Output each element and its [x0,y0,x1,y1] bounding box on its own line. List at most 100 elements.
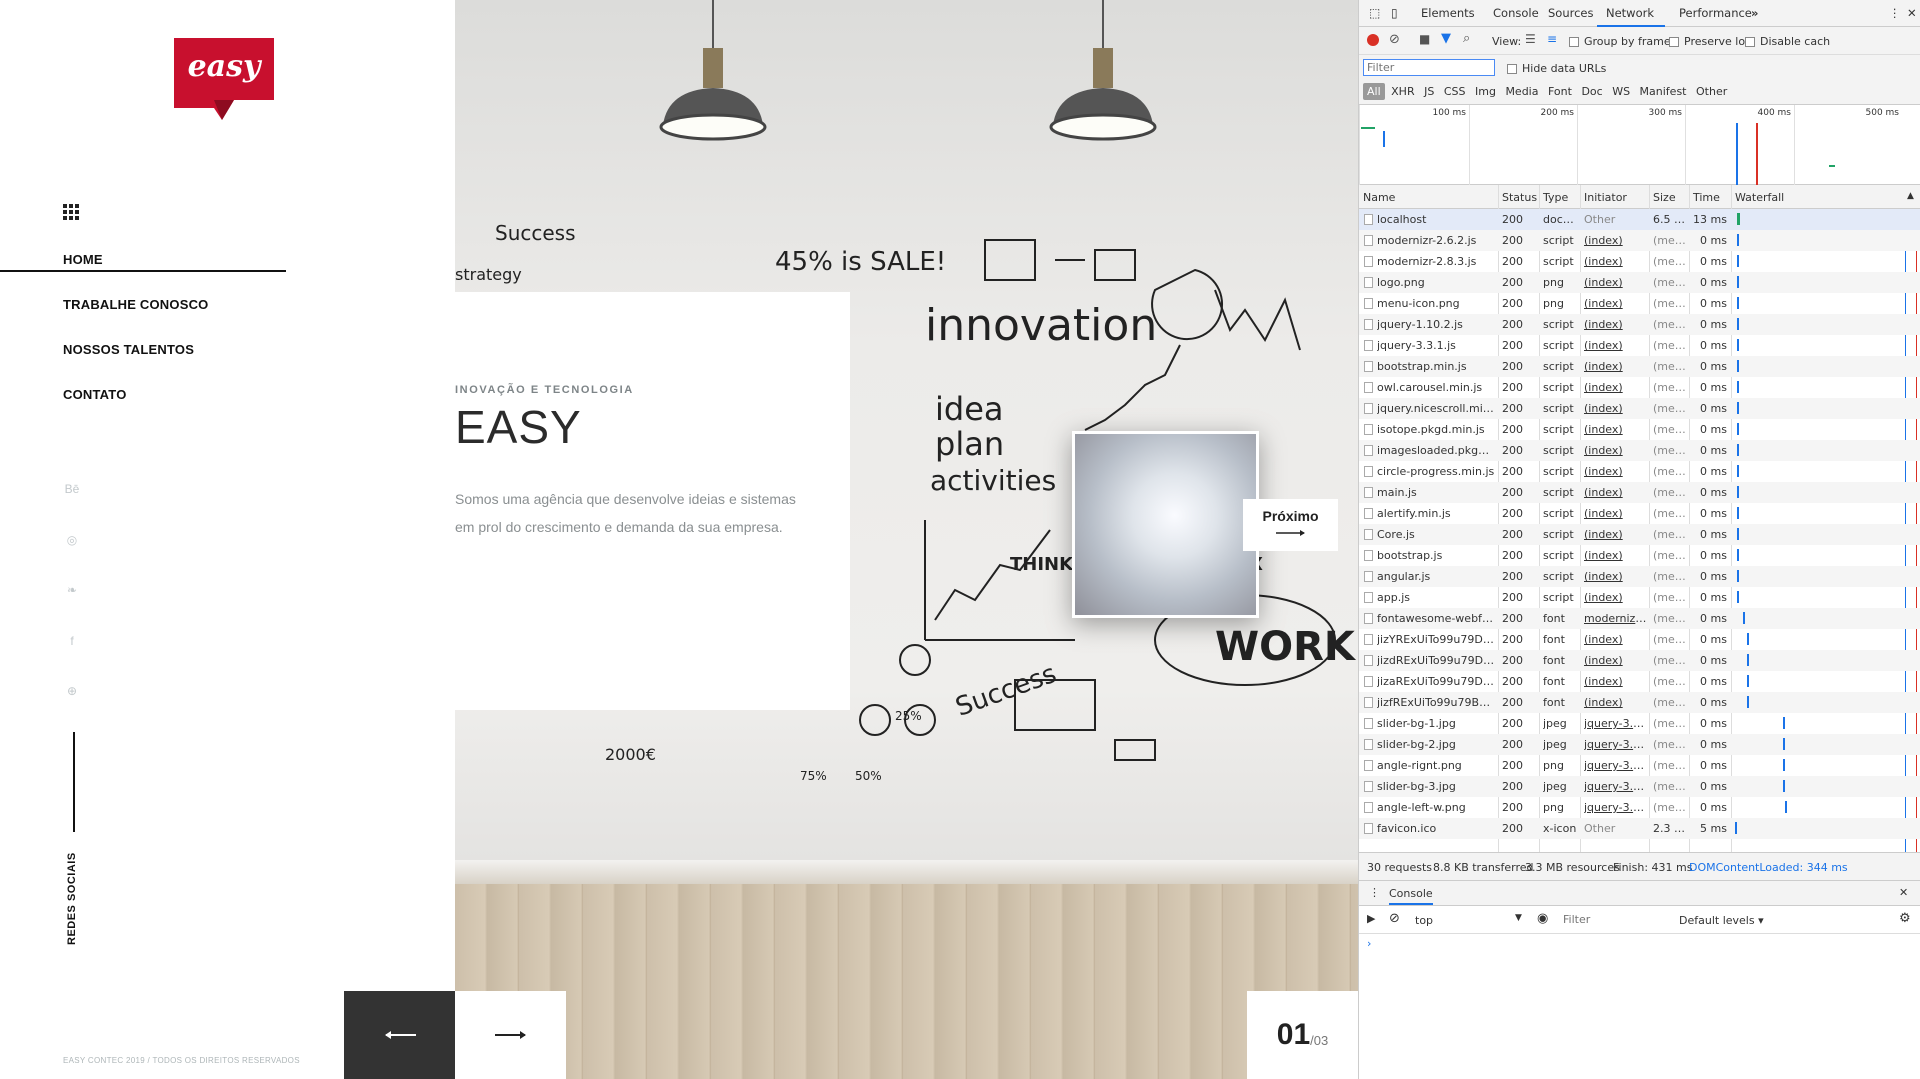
group-by-frame-checkbox[interactable]: Group by frame [1569,35,1671,48]
table-row[interactable]: angle-left-w.png 200 png jquery-3.3.1... (me… [1359,797,1920,818]
cell-initiator[interactable]: (index) [1584,444,1648,457]
nav-nossos-talentos[interactable]: NOSSOS TALENTOS [0,340,300,385]
cell-initiator[interactable]: (index) [1584,654,1648,667]
table-row[interactable]: slider-bg-3.jpg 200 jpeg jquery-3.3.1... (me… [1359,776,1920,797]
col-waterfall[interactable]: Waterfall [1735,191,1784,204]
table-row[interactable]: favicon.ico 200 x-icon Other 2.3 KB 5 ms [1359,818,1920,839]
table-row[interactable]: menu-icon.png 200 png (index) (mem... 0 ms [1359,293,1920,314]
cell-initiator[interactable]: (index) [1584,297,1648,310]
cell-initiator[interactable]: modernizr-... [1584,612,1648,625]
drawer-close-icon[interactable]: ✕ [1899,886,1908,899]
table-row[interactable]: slider-bg-2.jpg 200 jpeg jquery-3.3.1... (me… [1359,734,1920,755]
table-row[interactable]: modernizr-2.8.3.js 200 script (index) (mem..… [1359,251,1920,272]
col-name[interactable]: Name [1363,191,1395,204]
nav-trabalhe-conosco[interactable]: TRABALHE CONOSCO [0,295,300,340]
filter-img[interactable]: Img [1472,83,1499,100]
table-row[interactable]: slider-bg-1.jpg 200 jpeg jquery-3.3.1... (me… [1359,713,1920,734]
cell-initiator[interactable]: (index) [1584,465,1648,478]
kebab-menu-icon[interactable]: ⋮ [1889,6,1901,20]
table-row[interactable]: jquery.nicescroll.min.js 200 script (index)… [1359,398,1920,419]
cell-initiator[interactable]: jquery-3.3.1... [1584,780,1648,793]
cell-initiator[interactable]: (index) [1584,591,1648,604]
tab-sources[interactable]: Sources [1548,6,1594,20]
eye-icon[interactable]: ◉ [1537,911,1548,926]
record-icon[interactable] [1367,34,1379,46]
preserve-log-checkbox[interactable]: Preserve log [1669,35,1752,48]
log-levels-select[interactable]: Default levels ▾ [1679,914,1764,927]
cell-initiator[interactable]: (index) [1584,696,1648,709]
cell-initiator[interactable]: jquery-3.3.1... [1584,717,1648,730]
cell-initiator[interactable]: (index) [1584,423,1648,436]
next-arrow-button[interactable] [455,991,566,1079]
filter-other[interactable]: Other [1693,83,1730,100]
filter-ws[interactable]: WS [1609,83,1633,100]
table-row[interactable]: bootstrap.min.js 200 script (index) (mem... 0… [1359,356,1920,377]
cell-initiator[interactable]: (index) [1584,402,1648,415]
cell-initiator[interactable]: (index) [1584,318,1648,331]
cell-initiator[interactable]: (index) [1584,255,1648,268]
hide-data-urls-checkbox[interactable]: Hide data URLs [1507,62,1606,75]
table-row[interactable]: jquery-1.10.2.js 200 script (index) (mem... 0… [1359,314,1920,335]
cell-initiator[interactable]: (index) [1584,360,1648,373]
tab-elements[interactable]: Elements [1421,6,1475,20]
search-icon[interactable]: ⌕ [1463,31,1470,46]
table-row[interactable]: fontawesome-webfont.w... 200 font modernizr… [1359,608,1920,629]
more-tabs-icon[interactable]: » [1751,6,1758,20]
table-row[interactable]: bootstrap.js 200 script (index) (mem... 0 ms [1359,545,1920,566]
cell-initiator[interactable]: jquery-3.3.1... [1584,738,1648,751]
cell-initiator[interactable]: Other [1584,213,1648,226]
next-slide-button[interactable]: Próximo [1243,499,1338,551]
facebook-icon[interactable]: f [64,633,80,649]
drawer-menu-icon[interactable]: ⋮ [1369,886,1380,899]
table-row[interactable]: angular.js 200 script (index) (mem... 0 ms [1359,566,1920,587]
overview-icon[interactable]: ≡ [1547,32,1557,46]
dribbble-icon[interactable]: ◎ [64,532,80,548]
filter-font[interactable]: Font [1545,83,1575,100]
filter-all[interactable]: All [1363,83,1385,100]
sidebar-toggle-icon[interactable]: ▶ [1367,912,1375,925]
tab-performance[interactable]: Performance [1679,6,1752,20]
table-row[interactable]: alertify.min.js 200 script (index) (mem... 0 … [1359,503,1920,524]
next-slide-thumbnail[interactable] [1072,431,1259,618]
filter-manifest[interactable]: Manifest [1637,83,1690,100]
sort-up-icon[interactable]: ▲ [1907,191,1914,201]
tab-network[interactable]: Network [1606,6,1654,20]
filter-css[interactable]: CSS [1441,83,1469,100]
table-row[interactable]: circle-progress.min.js 200 script (index) (m… [1359,461,1920,482]
settings-gear-icon[interactable]: ⚙ [1899,911,1911,926]
cell-initiator[interactable]: (index) [1584,339,1648,352]
twitter-icon[interactable]: ❧ [64,582,80,598]
cell-initiator[interactable]: (index) [1584,486,1648,499]
behance-icon[interactable]: Bē [64,481,80,497]
table-row[interactable]: localhost 200 docu... Other 6.5 KB 13 ms [1359,209,1920,230]
context-dropdown-icon[interactable]: ▼ [1515,913,1522,923]
col-type[interactable]: Type [1543,191,1568,204]
cell-initiator[interactable]: (index) [1584,675,1648,688]
easy-logo[interactable]: easy [174,38,274,120]
nav-home[interactable]: HOME [0,250,286,272]
table-row[interactable]: main.js 200 script (index) (mem... 0 ms [1359,482,1920,503]
clear-icon[interactable]: ⊘ [1389,32,1400,47]
col-status[interactable]: Status [1502,191,1537,204]
cell-initiator[interactable]: jquery-3.3.1... [1584,759,1648,772]
table-row[interactable]: isotope.pkgd.min.js 200 script (index) (mem.… [1359,419,1920,440]
inspect-icon[interactable]: ⬚ [1369,6,1380,20]
table-row[interactable]: imagesloaded.pkgd.min.js 200 script (index)… [1359,440,1920,461]
drawer-tab-console[interactable]: Console [1389,887,1433,905]
table-row[interactable]: jizYRExUiTo99u79D0e0x8... 200 font (index) (… [1359,629,1920,650]
screenshot-icon[interactable]: ■ [1419,32,1430,46]
filter-input[interactable] [1363,59,1495,76]
cell-initiator[interactable]: jquery-3.3.1... [1584,801,1648,814]
table-row[interactable]: angle-rignt.png 200 png jquery-3.3.1... (mem… [1359,755,1920,776]
cell-initiator[interactable]: (index) [1584,234,1648,247]
table-row[interactable]: Core.js 200 script (index) (mem... 0 ms [1359,524,1920,545]
cell-initiator[interactable]: (index) [1584,570,1648,583]
col-size[interactable]: Size [1653,191,1676,204]
tab-console[interactable]: Console [1493,6,1539,20]
device-toggle-icon[interactable]: ▯ [1391,6,1398,20]
table-row[interactable]: modernizr-2.6.2.js 200 script (index) (mem..… [1359,230,1920,251]
prev-arrow-button[interactable] [344,991,455,1079]
globe-icon[interactable]: ⊕ [64,683,80,699]
cell-initiator[interactable]: (index) [1584,549,1648,562]
table-row[interactable]: jizdRExUiTo99u79D0e8f... 200 font (index) (m… [1359,650,1920,671]
